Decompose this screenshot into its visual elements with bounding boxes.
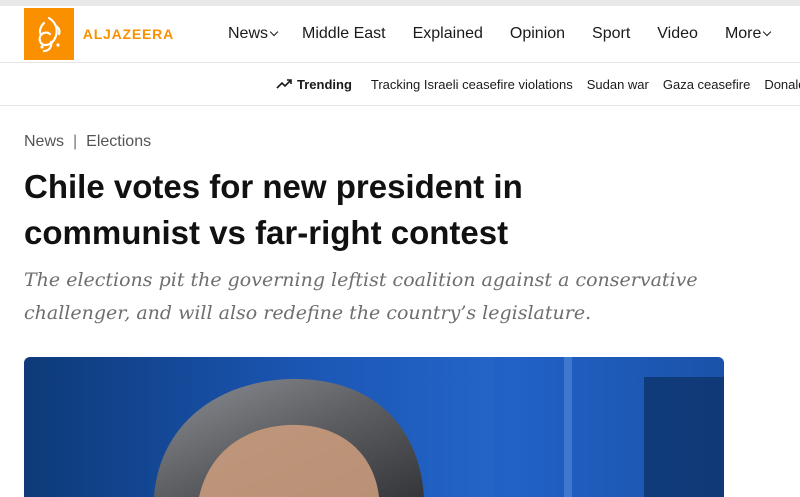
nav-item-middle-east[interactable]: Middle East — [302, 25, 386, 43]
breadcrumb: News | Elections — [24, 133, 151, 151]
trending-link-sudan-war[interactable]: Sudan war — [587, 77, 649, 92]
article-subtitle: The elections pit the governing leftist … — [24, 269, 698, 324]
logo-wordmark: ALJAZEERA — [82, 26, 174, 42]
article-title: Chile votes for new president in communi… — [24, 168, 523, 251]
chevron-down-icon — [763, 27, 772, 36]
trending-link-donald-trump[interactable]: Donald Trump — [764, 77, 800, 92]
hero-image — [24, 357, 724, 497]
trending-label-text: Trending — [297, 76, 352, 92]
trending-label: Trending — [276, 77, 352, 92]
chevron-down-icon — [269, 27, 279, 36]
nav-item-label: Explained — [412, 25, 483, 42]
nav-item-sport[interactable]: Sport — [592, 25, 630, 43]
nav-item-label: Middle East — [302, 25, 386, 42]
trending-up-icon — [276, 79, 292, 89]
trending-link-ceasefire-violations[interactable]: Tracking Israeli ceasefire violations — [371, 77, 573, 92]
breadcrumb-news[interactable]: News — [24, 133, 64, 151]
nav-item-more[interactable]: More — [724, 25, 772, 43]
site-logo[interactable]: ALJAZEERA — [24, 8, 174, 60]
nav-item-label: More — [724, 25, 762, 42]
trending-link-gaza-ceasefire[interactable]: Gaza ceasefire — [663, 77, 750, 92]
nav-item-news[interactable]: News — [228, 25, 279, 43]
nav-item-label: News — [228, 25, 269, 42]
site-header: ALJAZEERA News Middle East Explained Opi… — [0, 6, 800, 63]
nav-item-label: Video — [657, 25, 698, 42]
breadcrumb-elections[interactable]: Elections — [86, 133, 151, 151]
nav-item-explained[interactable]: Explained — [413, 25, 483, 43]
nav-item-opinion[interactable]: Opinion — [510, 25, 565, 43]
breadcrumb-separator: | — [73, 133, 78, 150]
trending-bar: Trending Tracking Israeli ceasefire viol… — [0, 63, 800, 106]
main-nav: News Middle East Explained Opinion Sport… — [228, 6, 797, 62]
aljazeera-logo-icon — [24, 8, 74, 60]
nav-item-label: Opinion — [509, 25, 566, 42]
nav-item-label: Sport — [592, 25, 631, 42]
hero-image-art — [154, 357, 724, 497]
nav-item-video[interactable]: Video — [657, 25, 698, 43]
